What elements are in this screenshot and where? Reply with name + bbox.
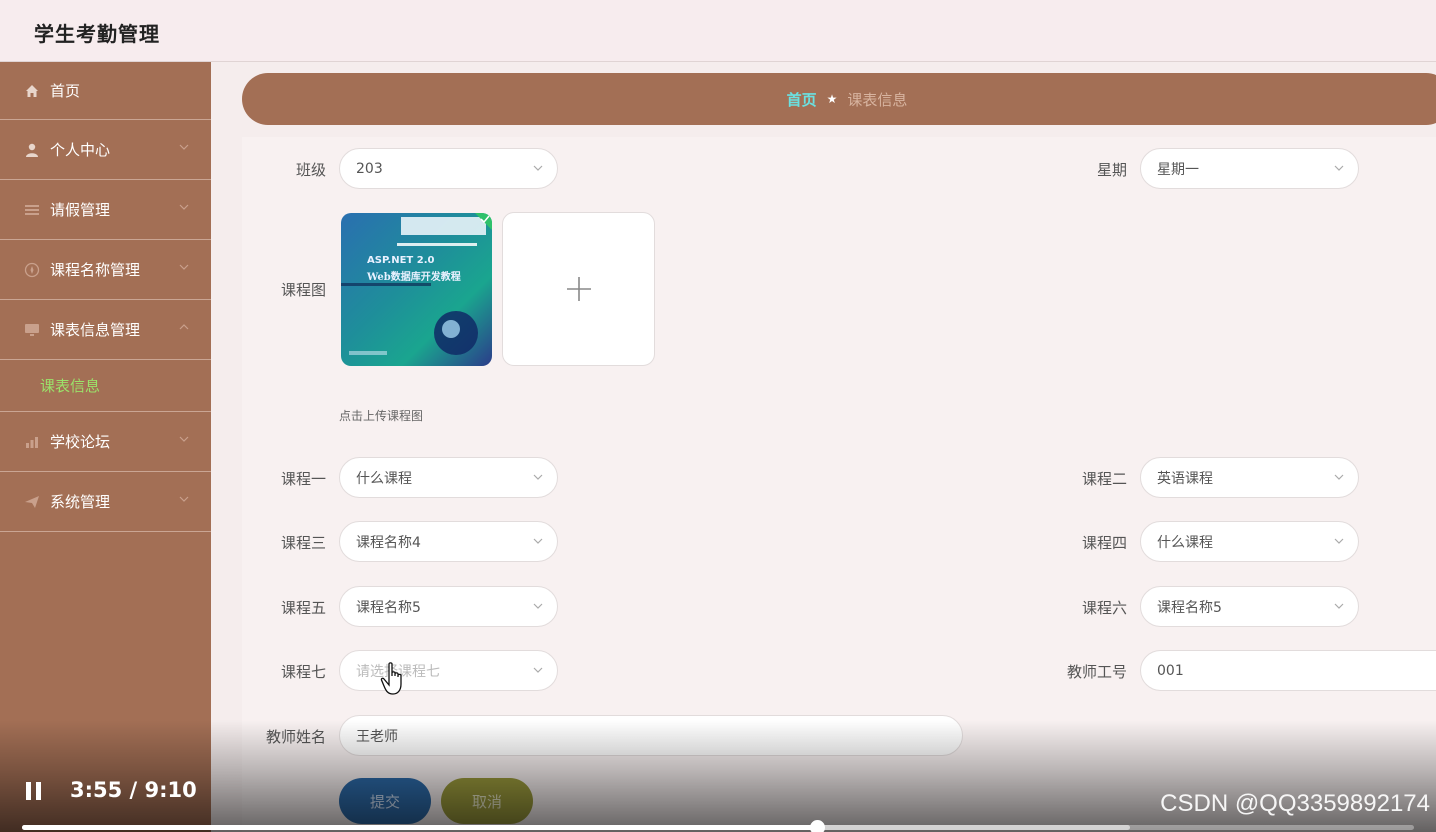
course4-select[interactable]: 什么课程 — [1140, 521, 1359, 562]
sidebar-item-label: 课表信息管理 — [50, 321, 141, 339]
chevron-down-icon — [179, 204, 189, 210]
chevron-down-icon — [533, 667, 543, 673]
course4-select-value: 什么课程 — [1157, 534, 1213, 551]
list-icon — [24, 202, 40, 218]
teacher-id-label: 教师工号 — [1066, 663, 1127, 681]
chevron-down-icon — [179, 144, 189, 150]
star-icon: ★ — [826, 92, 838, 106]
monitor-icon — [24, 322, 40, 338]
main-content: 首页 ★ 课表信息 班级 203 星期 星期一 课程图 ASP.NET 2.0 … — [211, 62, 1436, 832]
class-label: 班级 — [295, 161, 326, 179]
video-progress-knob[interactable] — [809, 820, 825, 832]
hand-cursor-icon — [380, 662, 402, 695]
home-icon — [24, 83, 40, 99]
teacher-id-input[interactable]: 001 — [1140, 650, 1436, 691]
course2-label: 课程二 — [1081, 470, 1127, 488]
sidebar-item-label: 学校论坛 — [50, 433, 111, 451]
course6-select[interactable]: 课程名称5 — [1140, 586, 1359, 627]
app-title: 学生考勤管理 — [34, 22, 160, 46]
chevron-down-icon — [1334, 165, 1344, 171]
course5-label: 课程五 — [280, 599, 326, 617]
teacher-name-input[interactable]: 王老师 — [339, 715, 963, 756]
chevron-down-icon — [1334, 603, 1344, 609]
course2-select-value: 英语课程 — [1157, 470, 1213, 487]
sidebar-item-label: 请假管理 — [50, 201, 111, 219]
course-image-label: 课程图 — [280, 281, 326, 299]
course3-select[interactable]: 课程名称4 — [339, 521, 558, 562]
breadcrumb-current: 课表信息 — [847, 90, 908, 109]
sidebar-subitem-label: 课表信息 — [40, 377, 101, 395]
teacher-name-value: 王老师 — [356, 728, 398, 745]
course2-select[interactable]: 英语课程 — [1140, 457, 1359, 498]
chevron-up-icon — [179, 324, 189, 330]
course7-select[interactable]: 请选择课程七 — [339, 650, 558, 691]
sidebar-item-label: 首页 — [50, 82, 81, 100]
top-header: 学生考勤管理 — [0, 0, 1436, 62]
class-select[interactable]: 203 — [339, 148, 558, 189]
weekday-label: 星期 — [1096, 161, 1127, 179]
chevron-down-icon — [179, 496, 189, 502]
compass-icon — [24, 262, 40, 278]
book-cover-image — [341, 213, 492, 355]
weekday-select[interactable]: 星期一 — [1140, 148, 1359, 189]
chevron-down-icon — [533, 538, 543, 544]
chart-icon — [24, 434, 40, 450]
sidebar-item-system-management[interactable]: 系统管理 — [0, 472, 211, 532]
weekday-select-value: 星期一 — [1157, 161, 1199, 178]
book-title-line1: ASP.NET 2.0 — [367, 255, 435, 266]
video-progress-bar[interactable] — [22, 820, 1414, 832]
course3-label: 课程三 — [280, 534, 326, 552]
video-progress-fill — [22, 825, 817, 830]
user-icon — [24, 142, 40, 158]
breadcrumb: 首页 ★ 课表信息 — [242, 73, 1436, 125]
teacher-name-label: 教师姓名 — [265, 728, 326, 746]
plus-icon — [566, 277, 591, 301]
course4-label: 课程四 — [1081, 534, 1127, 552]
sidebar-item-leave-management[interactable]: 请假管理 — [0, 180, 211, 240]
chevron-down-icon — [1334, 474, 1344, 480]
book-title-line2: Web数据库开发教程 — [367, 272, 461, 283]
send-icon — [24, 494, 40, 510]
breadcrumb-home-link[interactable]: 首页 — [787, 89, 817, 110]
schedule-form: 班级 203 星期 星期一 课程图 ASP.NET 2.0 Web数据库开发教程… — [242, 137, 1436, 832]
course6-select-value: 课程名称5 — [1157, 599, 1222, 616]
sidebar-subitem-schedule-info[interactable]: 课表信息 — [0, 360, 211, 412]
course7-label: 课程七 — [280, 663, 326, 681]
pause-icon[interactable] — [24, 780, 44, 802]
course1-select-value: 什么课程 — [356, 470, 412, 487]
sidebar-item-label: 系统管理 — [50, 493, 111, 511]
course5-select[interactable]: 课程名称5 — [339, 586, 558, 627]
course6-label: 课程六 — [1081, 599, 1127, 617]
watermark: CSDN @QQ3359892174 — [1160, 790, 1430, 817]
chevron-down-icon — [179, 436, 189, 442]
sidebar-item-schedule-management[interactable]: 课表信息管理 — [0, 300, 211, 360]
course1-label: 课程一 — [280, 470, 326, 488]
course3-select-value: 课程名称4 — [356, 534, 421, 551]
sidebar-item-school-forum[interactable]: 学校论坛 — [0, 412, 211, 472]
teacher-id-value: 001 — [1157, 662, 1184, 679]
course1-select[interactable]: 什么课程 — [339, 457, 558, 498]
cancel-button[interactable]: 取消 — [441, 778, 533, 824]
chevron-down-icon — [533, 165, 543, 171]
sidebar-item-home[interactable]: 首页 — [0, 62, 211, 120]
upload-hint: 点击上传课程图 — [339, 409, 424, 423]
sidebar-item-personal-center[interactable]: 个人中心 — [0, 120, 211, 180]
class-select-value: 203 — [356, 160, 383, 177]
chevron-down-icon — [179, 264, 189, 270]
video-time: 3:55 / 9:10 — [70, 778, 197, 802]
submit-button[interactable]: 提交 — [339, 778, 431, 824]
course5-select-value: 课程名称5 — [356, 599, 421, 616]
course-image-thumbnail[interactable]: ASP.NET 2.0 Web数据库开发教程 — [341, 213, 492, 366]
chevron-down-icon — [1334, 538, 1344, 544]
sidebar-item-label: 课程名称管理 — [50, 261, 141, 279]
sidebar-item-label: 个人中心 — [50, 141, 111, 159]
chevron-down-icon — [533, 474, 543, 480]
sidebar: 首页 个人中心 请假管理 课程名称管理 课表信息管理 课表信息 学校论坛 系统管… — [0, 62, 211, 832]
sidebar-item-course-name-management[interactable]: 课程名称管理 — [0, 240, 211, 300]
chevron-down-icon — [533, 603, 543, 609]
upload-image-button[interactable] — [502, 212, 655, 366]
